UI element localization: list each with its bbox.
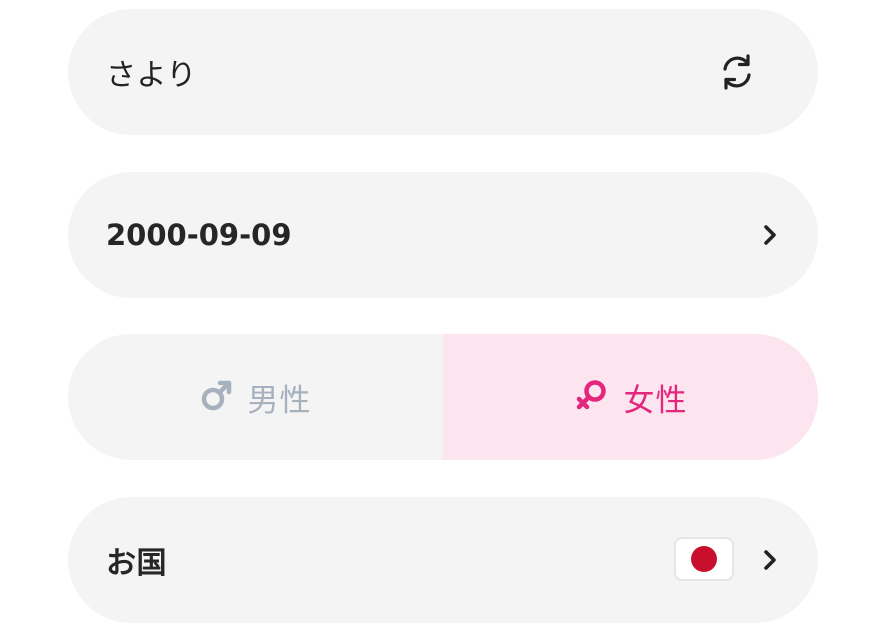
japan-flag-icon[interactable]: [674, 537, 734, 581]
female-icon: [574, 377, 610, 417]
refresh-icon[interactable]: [714, 49, 760, 95]
name-value: さより: [106, 58, 197, 93]
name-field[interactable]: さより: [68, 9, 818, 135]
male-icon: [200, 378, 234, 416]
country-field[interactable]: お国: [68, 497, 818, 623]
gender-option-female[interactable]: 女性: [443, 334, 818, 460]
chevron-right-icon: [758, 221, 782, 249]
birthdate-value: 2000-09-09: [106, 218, 292, 252]
flag-sun: [691, 546, 717, 572]
gender-option-male[interactable]: 男性: [68, 334, 443, 460]
female-label: 女性: [623, 382, 688, 419]
country-label: お国: [106, 546, 167, 581]
birthdate-field[interactable]: 2000-09-09: [68, 172, 818, 298]
male-label: 男性: [247, 382, 312, 419]
profile-form: さより 2000-09-09 男性 女性 お国: [0, 0, 886, 630]
gender-toggle: 男性 女性: [68, 334, 818, 460]
chevron-right-icon: [758, 546, 782, 574]
